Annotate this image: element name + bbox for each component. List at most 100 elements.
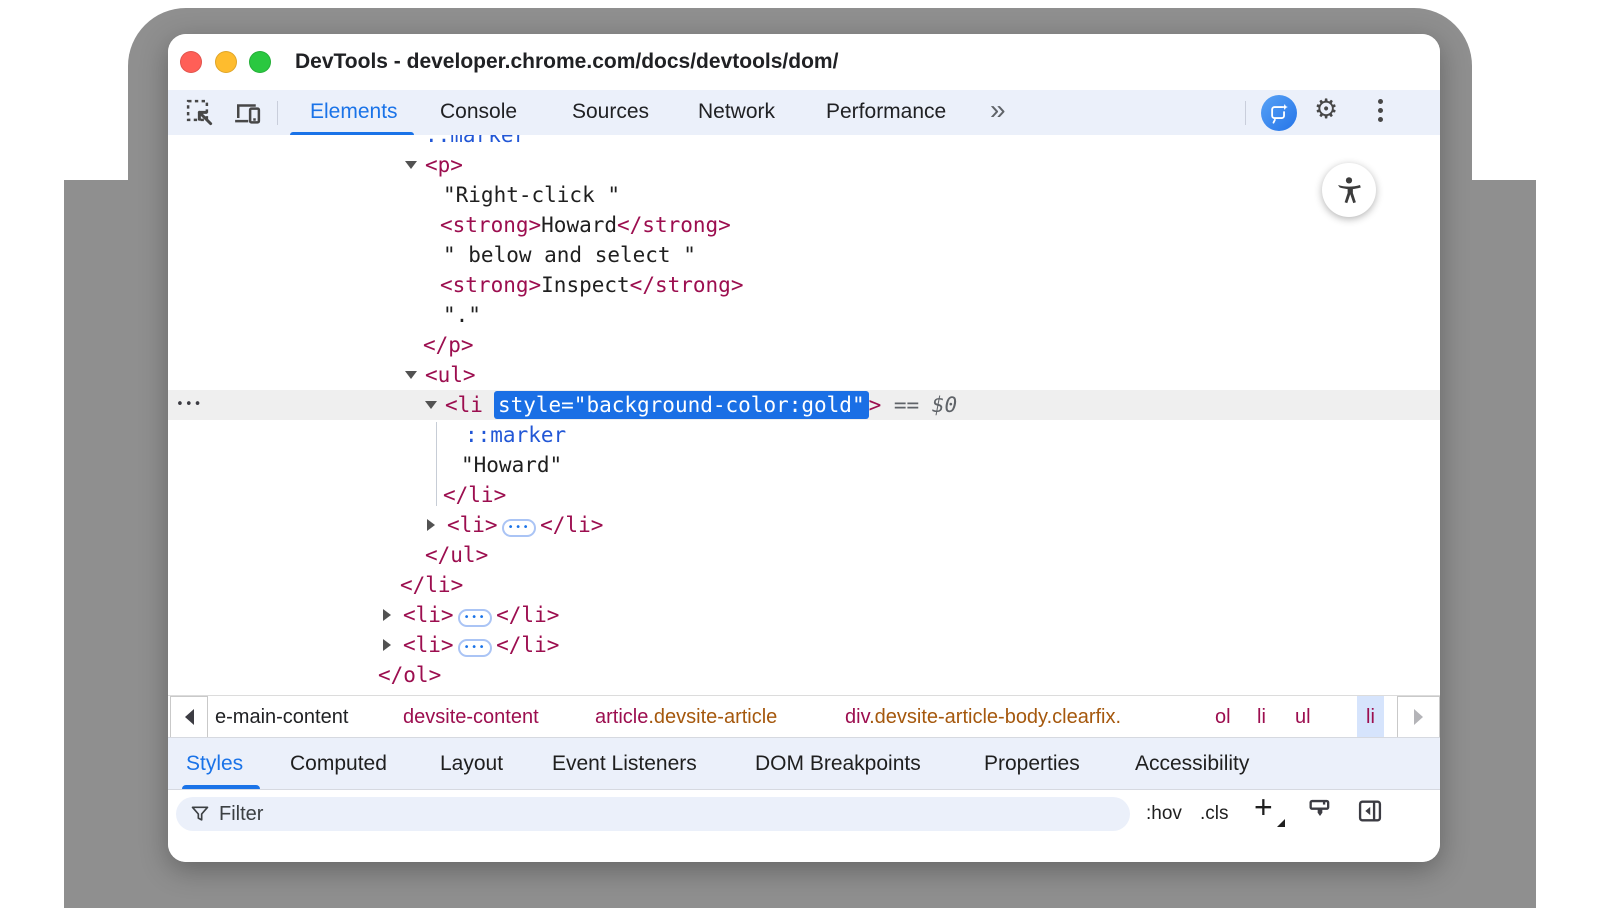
sidebar-tab-styles[interactable]: Styles <box>186 738 243 791</box>
more-tabs-icon[interactable]: » <box>990 94 1006 126</box>
new-style-rule-button[interactable]: + <box>1254 789 1273 826</box>
accessibility-fab[interactable] <box>1322 163 1376 217</box>
filter-funnel-icon <box>190 804 210 824</box>
collapsed-content-ellipsis-button[interactable]: ••• <box>458 609 493 627</box>
breadcrumb-item[interactable]: article.devsite-article <box>595 696 777 738</box>
breadcrumb-item[interactable]: li <box>1357 696 1384 738</box>
dom-tree-row[interactable]: <strong>Inspect</strong> <box>168 270 1440 300</box>
dom-tree-row[interactable]: "Howard" <box>168 450 1440 480</box>
dom-tree-row[interactable]: •••<listyle="background-color:gold"> == … <box>168 390 1440 420</box>
tab-performance[interactable]: Performance <box>826 100 946 124</box>
dom-tree-row[interactable]: " below and select " <box>168 240 1440 270</box>
dom-node-code: "Right-click " <box>443 180 620 210</box>
breadcrumb-item[interactable]: devsite-content <box>403 696 539 738</box>
rendering-brush-icon[interactable] <box>1306 797 1334 830</box>
breadcrumb-item[interactable]: ul <box>1295 696 1311 738</box>
dom-tree-row[interactable]: "." <box>168 300 1440 330</box>
selected-attribute-chip[interactable]: style="background-color:gold" <box>494 391 869 419</box>
code-segment-text: Inspect <box>541 273 630 297</box>
dom-tree-row[interactable]: </li> <box>168 570 1440 600</box>
tab-network[interactable]: Network <box>698 100 775 124</box>
dom-node-code: </li> <box>400 570 463 600</box>
dom-node-code: "Howard" <box>461 450 562 480</box>
breadcrumb-part: ol <box>1215 706 1231 728</box>
tab-sources[interactable]: Sources <box>572 100 649 124</box>
sidebar-tab-layout[interactable]: Layout <box>440 738 503 791</box>
code-segment-tag: <li <box>445 393 483 417</box>
dom-tree-row[interactable]: <strong>Howard</strong> <box>168 210 1440 240</box>
dom-node-code: ::marker <box>425 135 526 150</box>
dom-node-code: <strong>Howard</strong> <box>440 210 731 240</box>
more-options-icon[interactable] <box>1376 99 1384 126</box>
collapsed-content-ellipsis-button[interactable]: ••• <box>502 519 537 537</box>
dom-node-code: " below and select " <box>443 240 696 270</box>
sidebar-tab-accessibility[interactable]: Accessibility <box>1135 738 1249 791</box>
indent-guide <box>436 422 437 506</box>
collapsed-content-ellipsis-button[interactable]: ••• <box>458 639 493 657</box>
breadcrumb-part: e-main-content <box>215 706 348 728</box>
devtools-toolbar: Elements Console Sources Network Performance… <box>168 90 1440 136</box>
dom-tree-row[interactable]: ::marker <box>168 420 1440 450</box>
breadcrumb-item[interactable]: e-main-content <box>215 696 348 738</box>
tab-console[interactable]: Console <box>440 100 517 124</box>
code-segment-tag: > <box>869 393 882 417</box>
dom-node-code: "." <box>443 300 481 330</box>
minimize-window-button[interactable] <box>215 51 237 73</box>
inspect-element-icon[interactable] <box>185 98 215 128</box>
breadcrumb: e-main-contentdevsite-contentarticle.dev… <box>168 695 1440 737</box>
sidebar-tab-computed[interactable]: Computed <box>290 738 387 791</box>
dom-tree-row[interactable]: </ol> <box>168 660 1440 690</box>
code-segment-tag: </li> <box>496 633 559 657</box>
dom-tree-row[interactable]: <p> <box>168 150 1440 180</box>
expand-arrow-icon[interactable] <box>427 519 435 531</box>
dom-node-code: ::marker <box>465 420 566 450</box>
toolbar-divider <box>277 101 278 125</box>
filter-input-wrap[interactable] <box>176 797 1130 831</box>
styles-filter-bar: :hov .cls + <box>168 790 1440 862</box>
toggle-class-button[interactable]: .cls <box>1200 803 1229 825</box>
sidebar-tab-dom-breakpoints[interactable]: DOM Breakpoints <box>755 738 921 791</box>
dom-tree-row[interactable]: "Right-click " <box>168 180 1440 210</box>
tab-elements[interactable]: Elements <box>310 100 398 124</box>
plus-icon: + <box>1254 789 1273 825</box>
breadcrumb-item[interactable]: ol <box>1215 696 1231 738</box>
expand-arrow-icon[interactable] <box>383 609 391 621</box>
toggle-hover-state-button[interactable]: :hov <box>1146 803 1182 825</box>
dom-tree-row[interactable]: <li>•••</li> <box>168 630 1440 660</box>
dom-tree-row[interactable]: <li>•••</li> <box>168 600 1440 630</box>
settings-gear-icon[interactable]: ⚙ <box>1314 94 1338 125</box>
breadcrumb-part: div <box>845 706 869 728</box>
code-segment-tag: </li> <box>540 513 603 537</box>
code-segment-tag: <ul> <box>425 363 476 387</box>
device-toolbar-icon[interactable] <box>232 98 262 128</box>
dom-tree-row[interactable]: ::marker <box>168 135 1440 150</box>
zoom-window-button[interactable] <box>249 51 271 73</box>
breadcrumb-item[interactable]: div.devsite-article-body.clearfix. <box>845 696 1121 738</box>
dom-tree-row[interactable]: <li>•••</li> <box>168 510 1440 540</box>
expand-arrow-icon[interactable] <box>425 401 437 409</box>
breadcrumb-part: .devsite-article-body.clearfix. <box>869 706 1121 728</box>
row-overflow-dots-icon: ••• <box>176 390 202 420</box>
sidebar-tab-event-listeners[interactable]: Event Listeners <box>552 738 697 791</box>
close-window-button[interactable] <box>180 51 202 73</box>
code-segment-text: "." <box>443 303 481 327</box>
expand-arrow-icon[interactable] <box>405 161 417 169</box>
breadcrumb-part: article <box>595 706 648 728</box>
toggle-sidebar-icon[interactable] <box>1356 797 1384 830</box>
dom-tree-row[interactable]: </ul> <box>168 540 1440 570</box>
dom-node-code: <listyle="background-color:gold"> == $0 <box>445 390 957 420</box>
breadcrumb-scroll-right-button[interactable] <box>1397 696 1440 738</box>
code-segment-tag: <li> <box>403 633 454 657</box>
breadcrumb-part: .devsite-article <box>648 706 777 728</box>
code-segment-tag: </li> <box>400 573 463 597</box>
expand-arrow-icon[interactable] <box>405 371 417 379</box>
dom-tree-row[interactable]: </li> <box>168 480 1440 510</box>
sidebar-tab-properties[interactable]: Properties <box>984 738 1080 791</box>
dom-tree-row[interactable]: <ul> <box>168 360 1440 390</box>
ai-assistant-icon[interactable] <box>1261 95 1297 131</box>
filter-input[interactable] <box>219 803 619 826</box>
breadcrumb-scroll-left-button[interactable] <box>170 696 208 738</box>
breadcrumb-item[interactable]: li <box>1257 696 1266 738</box>
dom-tree-row[interactable]: </p> <box>168 330 1440 360</box>
expand-arrow-icon[interactable] <box>383 639 391 651</box>
